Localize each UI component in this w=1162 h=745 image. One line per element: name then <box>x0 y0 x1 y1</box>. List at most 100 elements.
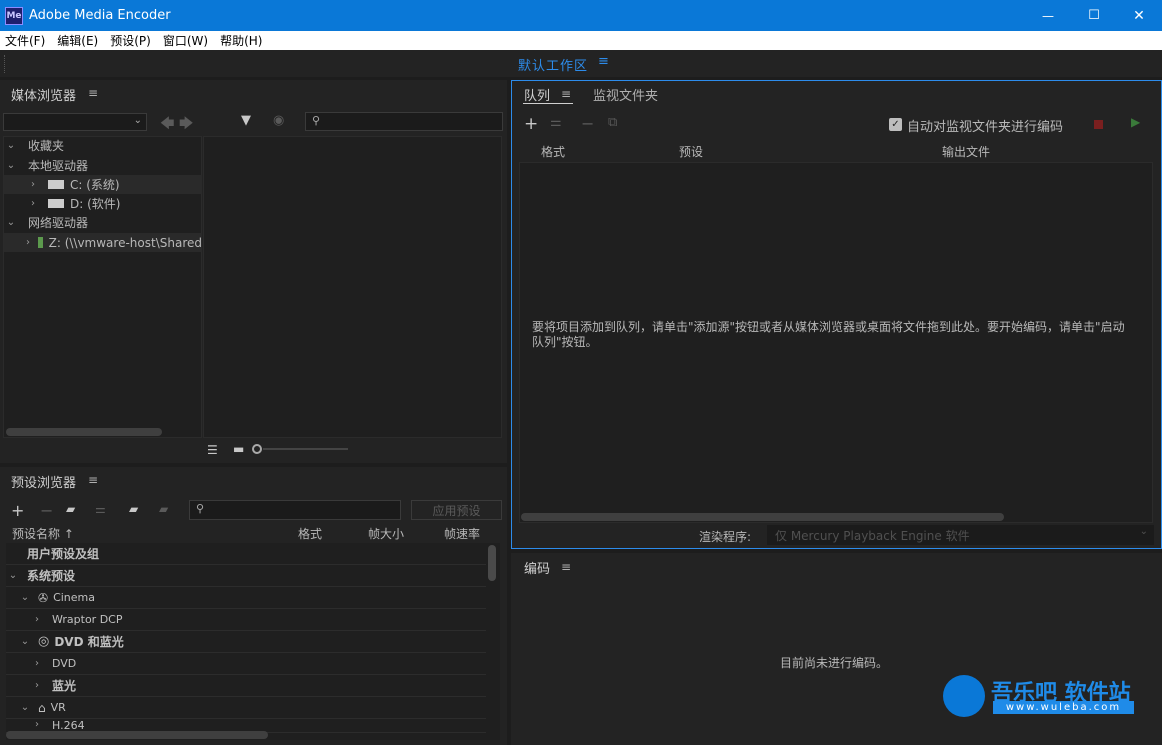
remove-item-icon[interactable]: − <box>581 114 594 133</box>
tree-item-network-drives[interactable]: ⌄ 网络驱动器 <box>4 213 202 232</box>
duplicate-icon[interactable]: ⧉ <box>608 115 617 130</box>
apply-preset-button[interactable]: 应用预设 <box>411 500 502 520</box>
chevron-right-icon: › <box>26 237 30 248</box>
preset-search-input[interactable]: ⚲ <box>189 500 401 520</box>
tree-scrollbar[interactable] <box>6 428 162 436</box>
queue-empty-message: 要将项目添加到队列，请单击"添加源"按钮或者从媒体浏览器或桌面将文件拖到此处。要… <box>532 320 1125 349</box>
preset-row-label: 蓝光 <box>52 679 77 693</box>
preset-group-user[interactable]: 用户预设及组 <box>6 543 486 565</box>
renderer-value: 仅 Mercury Playback Engine 软件 <box>775 528 970 543</box>
queue-settings-icon[interactable]: ⚌ <box>550 115 562 130</box>
column-format[interactable]: 格式 <box>541 143 565 160</box>
preset-browser-title: 预设浏览器 <box>11 476 77 491</box>
workspace-default-tab[interactable]: 默认工作区 <box>518 55 588 74</box>
menu-edit[interactable]: 编辑(E) <box>52 32 105 49</box>
chevron-down-icon: ⌄ <box>133 115 142 126</box>
preset-item-wraptor[interactable]: › Wraptor DCP <box>6 609 486 631</box>
watermark-url: www.wuleba.com <box>993 701 1134 714</box>
column-format[interactable]: 格式 <box>298 525 322 542</box>
tree-item-drive-d[interactable]: › D: (软件) <box>4 194 202 213</box>
preset-category-cinema[interactable]: ⌄ ✇ Cinema <box>6 587 486 609</box>
chevron-right-icon: › <box>35 614 39 625</box>
tree-item-favorites[interactable]: ⌄ 收藏夹 <box>4 136 202 155</box>
title-bar: Me Adobe Media Encoder — ☐ ✕ <box>0 0 1162 31</box>
forward-arrow-icon[interactable]: 🡆 <box>179 113 193 137</box>
back-arrow-icon[interactable]: 🡄 <box>160 113 174 137</box>
media-browser-panel: 媒体浏览器 ≡ ⌄ 🡄 🡆 ▼ ◉ ⚲ ⌄ 收藏夹 ⌄ 本地驱动器 › C: (系统)… <box>0 80 507 463</box>
column-frame-size[interactable]: 帧大小 <box>368 525 404 542</box>
preset-row-label: DVD 和蓝光 <box>54 635 124 649</box>
zoom-slider[interactable] <box>263 448 348 450</box>
tree-item-drive-z[interactable]: › Z: (\\vmware-host\Shared <box>4 233 202 252</box>
chevron-right-icon: › <box>35 658 39 669</box>
menu-file[interactable]: 文件(F) <box>0 32 52 49</box>
filter-icon[interactable]: ▼ <box>241 113 251 128</box>
search-icon: ⚲ <box>196 502 205 515</box>
zoom-slider-handle[interactable] <box>252 444 262 454</box>
close-button[interactable]: ✕ <box>1116 0 1162 31</box>
media-encoder-logo-icon: Me <box>5 6 23 25</box>
add-preset-icon[interactable]: + <box>11 501 24 520</box>
preset-settings-icon[interactable]: ⚌ <box>95 502 106 516</box>
preset-category-vr[interactable]: ⌄ ⌂ VR <box>6 697 486 719</box>
watermark-logo-icon <box>943 675 985 717</box>
maximize-button[interactable]: ☐ <box>1071 0 1117 31</box>
renderer-dropdown[interactable]: 仅 Mercury Playback Engine 软件 ⌄ <box>767 525 1154 545</box>
chevron-down-icon: ⌄ <box>8 570 18 581</box>
chevron-down-icon: ⌄ <box>6 217 16 228</box>
queue-menu-icon[interactable]: ≡ <box>561 87 571 101</box>
queue-horizontal-scrollbar[interactable] <box>521 513 1004 521</box>
chevron-down-icon: ⌄ <box>6 140 16 151</box>
tree-item-label: 收藏夹 <box>28 139 65 153</box>
tree-item-drive-c[interactable]: › C: (系统) <box>4 175 202 194</box>
tree-item-local-drives[interactable]: ⌄ 本地驱动器 <box>4 156 202 175</box>
column-preset[interactable]: 预设 <box>679 143 703 160</box>
new-group-icon[interactable]: ▰ <box>66 502 75 516</box>
menu-help[interactable]: 帮助(H) <box>215 32 269 49</box>
import-preset-icon[interactable]: ▰ <box>129 502 138 516</box>
preset-vertical-scrollbar[interactable] <box>488 545 496 581</box>
list-view-icon[interactable]: ☰ <box>207 443 218 457</box>
preset-category-dvd[interactable]: ⌄ ◎ DVD 和蓝光 <box>6 631 486 653</box>
chevron-down-icon: ⌄ <box>20 592 30 603</box>
queue-panel: 队列 ≡ 监视文件夹 + ⚌ − ⧉ ✓ 自动对监视文件夹进行编码 ▶ 格式 预… <box>511 80 1162 549</box>
media-search-input[interactable]: ⚲ <box>305 112 503 131</box>
queue-list[interactable]: 要将项目添加到队列，请单击"添加源"按钮或者从媒体浏览器或桌面将文件拖到此处。要… <box>519 162 1153 523</box>
disc-icon: ◎ <box>38 634 50 649</box>
network-drive-icon <box>38 237 43 248</box>
media-browser-menu-icon[interactable]: ≡ <box>88 86 98 100</box>
eye-icon[interactable]: ◉ <box>273 113 284 128</box>
minimize-button[interactable]: — <box>1025 0 1071 31</box>
tree-item-label: 本地驱动器 <box>28 159 89 173</box>
column-output-file[interactable]: 输出文件 <box>942 143 990 160</box>
preset-browser-menu-icon[interactable]: ≡ <box>88 473 98 487</box>
add-source-icon[interactable]: + <box>524 114 538 134</box>
tab-queue[interactable]: 队列 <box>524 85 550 104</box>
vr-headset-icon: ⌂ <box>38 700 46 715</box>
preset-item-dvd[interactable]: › DVD <box>6 653 486 675</box>
menu-bar: 文件(F) 编辑(E) 预设(P) 窗口(W) 帮助(H) <box>0 31 1162 50</box>
remove-preset-icon[interactable]: − <box>40 501 53 520</box>
column-frame-rate[interactable]: 帧速率 <box>444 525 480 542</box>
auto-encode-checkbox[interactable]: ✓ <box>889 118 902 131</box>
preset-row-label: DVD <box>52 657 77 670</box>
preset-group-system[interactable]: ⌄ 系统预设 <box>6 565 486 587</box>
workspace-menu-icon[interactable]: ≡ <box>598 54 609 69</box>
film-reel-icon: ✇ <box>38 590 49 605</box>
workspace-bar: 默认工作区 ≡ <box>0 50 1162 77</box>
tab-watch-folders[interactable]: 监视文件夹 <box>593 85 658 104</box>
export-preset-icon[interactable]: ▰ <box>159 502 168 516</box>
thumbnail-view-icon[interactable]: ▬ <box>233 442 244 456</box>
column-preset-name[interactable]: 预设名称 ↑ <box>12 525 74 542</box>
preset-item-bluray[interactable]: › 蓝光 <box>6 675 486 697</box>
stop-queue-icon[interactable] <box>1094 120 1103 129</box>
active-tab-underline <box>523 103 573 104</box>
location-dropdown[interactable]: ⌄ <box>3 113 147 131</box>
start-queue-icon[interactable]: ▶ <box>1131 115 1140 129</box>
menu-window[interactable]: 窗口(W) <box>158 32 215 49</box>
encoding-menu-icon[interactable]: ≡ <box>561 560 571 574</box>
preset-row-label: 系统预设 <box>27 569 76 583</box>
menu-preset[interactable]: 预设(P) <box>105 32 158 49</box>
preset-horizontal-scrollbar[interactable] <box>6 731 268 739</box>
preset-row-label: Wraptor DCP <box>52 613 123 626</box>
